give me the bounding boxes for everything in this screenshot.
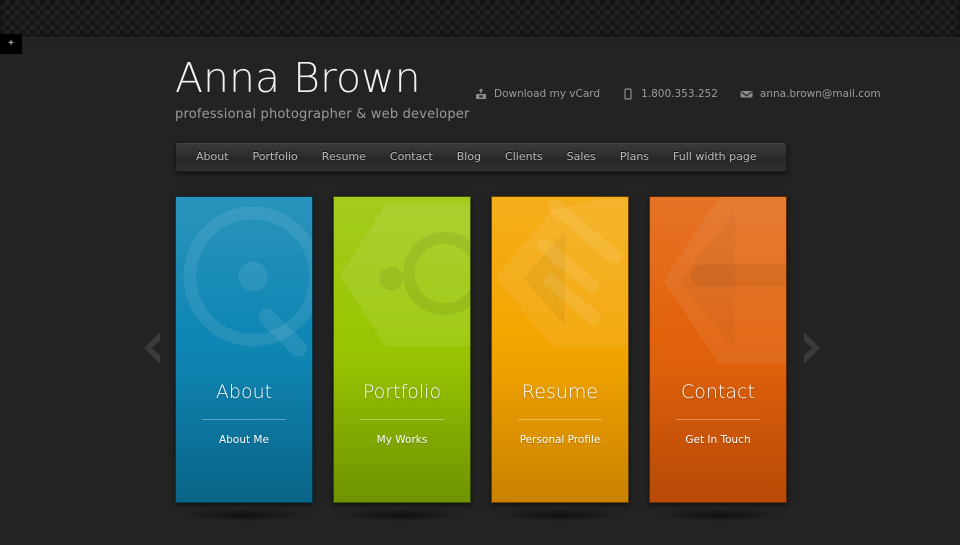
feature-card-about[interactable]: About About Me bbox=[175, 196, 313, 503]
contact-label-phone: 1.800.353.252 bbox=[641, 88, 718, 100]
nav-item-resume[interactable]: Resume bbox=[310, 143, 378, 171]
nav-item-contact[interactable]: Contact bbox=[378, 143, 445, 171]
card-divider-resume bbox=[518, 419, 602, 420]
main-navigation: About Portfolio Resume Contact Blog Clie… bbox=[175, 142, 787, 172]
card-wrap-resume: Resume Personal Profile bbox=[491, 196, 629, 521]
chevron-left-icon bbox=[144, 332, 160, 364]
card-body-contact: Contact Get In Touch bbox=[650, 381, 786, 502]
download-icon bbox=[475, 88, 487, 100]
chevron-right-icon bbox=[804, 332, 820, 364]
card-wrap-contact: Contact Get In Touch bbox=[649, 196, 787, 521]
feature-card-slider: About About Me Portfolio My Works Resume… bbox=[175, 196, 787, 521]
card-wrap-portfolio: Portfolio My Works bbox=[333, 196, 471, 521]
card-subtitle-about: About Me bbox=[219, 434, 269, 446]
contact-label-vcard: Download my vCard bbox=[494, 88, 601, 100]
mail-icon bbox=[740, 88, 753, 100]
nav-item-portfolio[interactable]: Portfolio bbox=[241, 143, 310, 171]
feature-card-portfolio[interactable]: Portfolio My Works bbox=[333, 196, 471, 503]
card-wrap-about: About About Me bbox=[175, 196, 313, 521]
nav-item-clients[interactable]: Clients bbox=[493, 143, 555, 171]
card-subtitle-portfolio: My Works bbox=[376, 434, 428, 446]
contact-label-email: anna.brown@mail.com bbox=[759, 88, 881, 100]
nav-item-about[interactable]: About bbox=[184, 143, 241, 171]
card-title-portfolio: Portfolio bbox=[362, 381, 442, 403]
feature-card-contact[interactable]: Contact Get In Touch bbox=[649, 196, 787, 503]
phone-icon bbox=[622, 88, 634, 100]
card-divider-about bbox=[202, 419, 286, 420]
card-title-about: About bbox=[215, 381, 273, 403]
card-divider-contact bbox=[676, 419, 760, 420]
contact-item-vcard[interactable]: Download my vCard bbox=[475, 88, 600, 100]
slider-next-arrow[interactable] bbox=[800, 330, 826, 366]
cursor-indicator-box: + bbox=[0, 34, 22, 54]
card-body-resume: Resume Personal Profile bbox=[492, 381, 628, 502]
card-title-contact: Contact bbox=[681, 381, 755, 403]
slider-prev-arrow[interactable] bbox=[138, 330, 164, 366]
card-dropshadow-about bbox=[181, 509, 307, 521]
contact-item-email[interactable]: anna.brown@mail.com bbox=[740, 88, 881, 100]
card-subtitle-resume: Personal Profile bbox=[519, 434, 601, 446]
nav-item-plans[interactable]: Plans bbox=[608, 143, 661, 171]
card-title-resume: Resume bbox=[521, 381, 599, 403]
card-body-about: About About Me bbox=[176, 381, 312, 502]
card-divider-portfolio bbox=[360, 419, 444, 420]
nav-item-sales[interactable]: Sales bbox=[555, 143, 608, 171]
crosshair-cursor-icon: + bbox=[8, 38, 14, 49]
card-subtitle-contact: Get In Touch bbox=[685, 434, 751, 446]
contact-item-phone[interactable]: 1.800.353.252 bbox=[622, 88, 718, 100]
site-tagline: professional photographer & web develope… bbox=[175, 107, 470, 122]
card-body-portfolio: Portfolio My Works bbox=[334, 381, 470, 502]
nav-item-full-width-page[interactable]: Full width page bbox=[661, 143, 769, 171]
top-bar-edge bbox=[0, 37, 960, 41]
nav-item-blog[interactable]: Blog bbox=[445, 143, 493, 171]
site-header: Anna Brown professional photographer & w… bbox=[175, 55, 881, 125]
card-dropshadow-portfolio bbox=[339, 509, 465, 521]
feature-card-resume[interactable]: Resume Personal Profile bbox=[491, 196, 629, 503]
card-dropshadow-resume bbox=[497, 509, 623, 521]
contact-info-row: Download my vCard 1.800.353.252 anna.bro… bbox=[475, 88, 881, 100]
card-dropshadow-contact bbox=[655, 509, 781, 521]
page-root: + Anna Brown professional photographer &… bbox=[0, 0, 960, 545]
top-texture-bar bbox=[0, 0, 960, 40]
